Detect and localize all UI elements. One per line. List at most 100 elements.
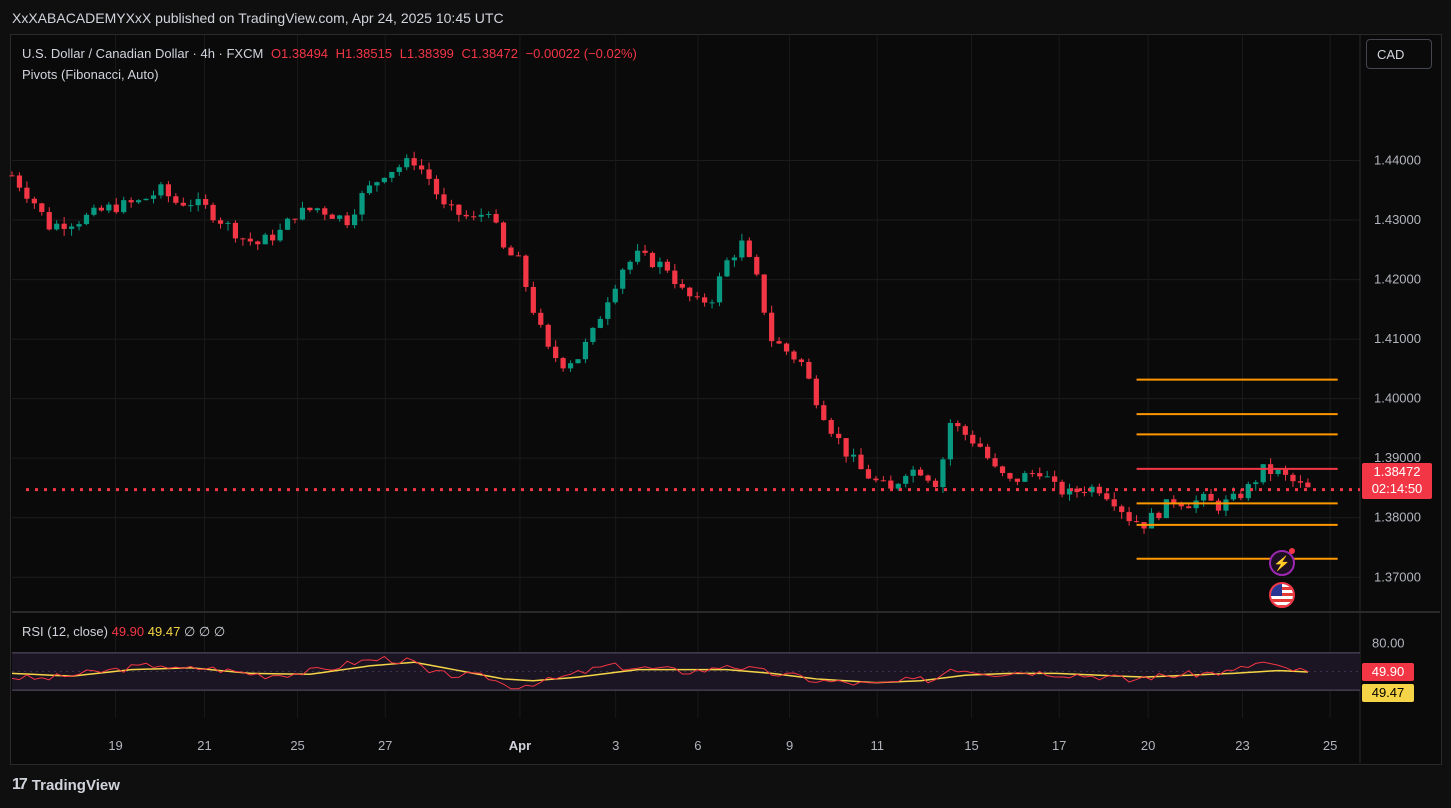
ohlc-low: L1.38399 [399,46,454,61]
candle-body [307,207,313,211]
currency-button[interactable]: CAD [1366,39,1432,69]
candle-body [91,207,97,215]
current-price-tag: 1.38472 02:14:50 [1362,463,1432,499]
candle-body [83,214,90,225]
candle-body [210,204,216,221]
x-tick-label: 21 [197,738,211,753]
candle-body [917,469,924,476]
candle-body [754,256,760,275]
candle-body [255,241,261,245]
candle-body [203,199,209,205]
candle-body [98,207,104,211]
candle-body [791,351,797,360]
candle-body [195,199,201,206]
candle-body [515,255,522,257]
candle-body [850,454,857,457]
candle-body [895,483,901,489]
candle-body [292,218,298,220]
current-price: 1.38472 [1373,464,1421,479]
candle-body [106,204,112,211]
candle-body [1305,482,1311,488]
candle-body [329,214,335,219]
candle-body [337,215,343,219]
candle-body [813,378,819,406]
candle-body [575,359,581,364]
us-flag-icon[interactable] [1269,582,1295,608]
candle-body [486,213,492,215]
candle-body [389,171,395,178]
candle-body [947,422,953,460]
candle-body [143,198,149,201]
x-tick-label: 3 [612,738,619,753]
rsi-label: RSI (12, close) [22,624,108,639]
candle-body [39,203,45,213]
x-tick-label: 15 [964,738,978,753]
candle-body [1022,473,1028,482]
candle-body [567,363,574,369]
candle-body [173,196,179,203]
candle-body [538,312,544,325]
candle-body [590,327,596,342]
pivots-indicator-label[interactable]: Pivots (Fibonacci, Auto) [22,67,159,82]
y-tick-label: 1.40000 [1374,391,1421,406]
candle-body [247,238,253,242]
candle-body [560,358,566,369]
candle-body [925,475,931,481]
candle-body [121,200,127,213]
candle-body [1297,481,1304,483]
candle-body [1208,493,1214,501]
candle-body [731,257,738,261]
x-tick-label: 11 [870,738,884,753]
candle-body [1037,473,1043,477]
candle-body [426,169,432,179]
candle-body [553,346,559,359]
candle-body [932,480,939,488]
candle-body [31,198,37,204]
candle-body [158,184,164,196]
candle-body [672,270,678,285]
candle-body [508,247,514,256]
candle-body [530,286,536,313]
candle-body [843,438,849,457]
candle-body [165,184,172,197]
tradingview-logo-icon: 17 [12,776,28,793]
candle-body [783,343,790,352]
candle-body [1238,493,1244,499]
candle-body [314,208,320,211]
candle-body [1290,474,1296,482]
x-tick-label: 27 [378,738,392,753]
footer-brand[interactable]: 17 TradingView [12,776,120,794]
price-chart-svg[interactable]: 1.440001.430001.420001.410001.400001.390… [0,0,1451,808]
bar-countdown: 02:14:50 [1371,481,1423,496]
candle-body [1282,469,1289,475]
candle-body [739,240,745,258]
x-tick-label: 25 [1323,738,1337,753]
candle-body [955,422,961,427]
candle-body [1253,482,1259,485]
x-tick-label: 23 [1235,738,1249,753]
candle-body [463,214,469,217]
candle-body [1029,473,1035,475]
candle-body [1007,473,1013,479]
candle-body [441,194,447,205]
candle-body [1081,492,1088,494]
rsi-value-tag: 49.90 [1362,663,1414,681]
candle-body [962,426,968,435]
candle-body [634,250,641,262]
candle-body [880,480,886,482]
candle-body [1104,493,1110,500]
ohlc-high: H1.38515 [335,46,393,61]
candle-body [16,175,23,188]
candle-body [724,260,730,277]
x-tick-label: 9 [786,738,793,753]
candle-body [351,214,358,226]
candle-body [605,302,611,319]
candle-body [381,177,387,183]
candle-body [217,220,224,224]
candle-body [1074,488,1080,493]
candle-body [903,475,909,484]
candle-body [1156,512,1162,519]
candle-body [545,324,551,347]
candle-body [627,261,633,270]
y-tick-label: 1.38000 [1374,510,1421,525]
